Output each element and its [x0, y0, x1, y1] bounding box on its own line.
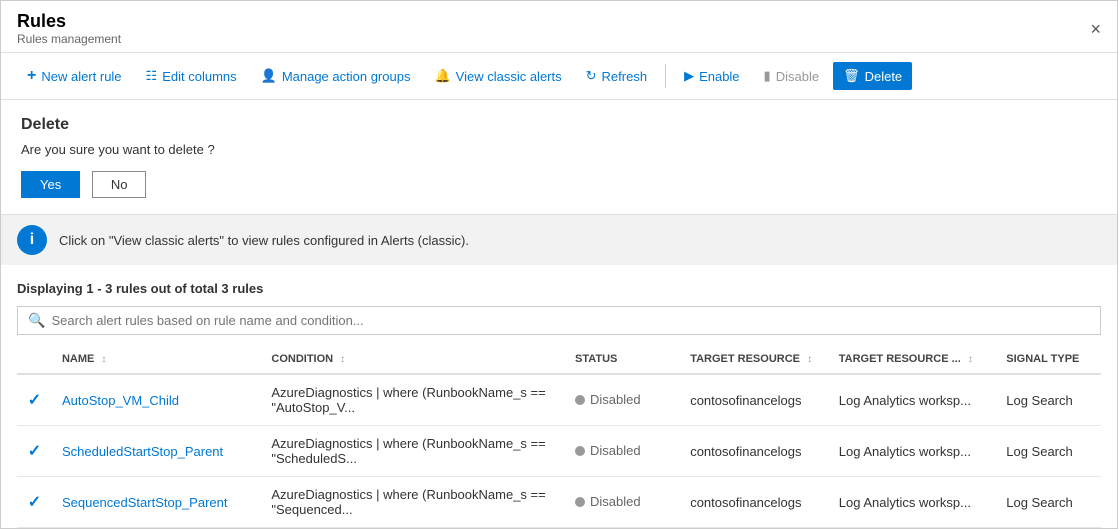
status-text-0: Disabled	[590, 392, 641, 407]
row-status-0: Disabled	[565, 374, 680, 426]
col-header-signal-type: SIGNAL TYPE	[996, 345, 1101, 374]
row-name-0: AutoStop_VM_Child	[52, 374, 261, 426]
enable-button[interactable]: ▶ Enable	[674, 62, 749, 90]
table-body: ✓ AutoStop_VM_Child AzureDiagnostics | w…	[17, 374, 1101, 528]
col-header-name: NAME ↕	[52, 345, 261, 374]
rule-link-2[interactable]: SequencedStartStop_Parent	[62, 495, 228, 510]
close-button[interactable]: ×	[1090, 20, 1101, 38]
rule-link-1[interactable]: ScheduledStartStop_Parent	[62, 444, 223, 459]
row-signal-0: Log Search	[996, 374, 1101, 426]
sort-icon-target[interactable]: ↕	[807, 354, 812, 365]
delete-confirmation-section: Delete Are you sure you want to delete ?…	[1, 100, 1117, 215]
row-target-0: contosofinancelogs	[680, 374, 829, 426]
play-icon: ▶	[684, 68, 694, 84]
new-alert-rule-button[interactable]: + New alert rule	[17, 61, 132, 91]
row-target-1: contosofinancelogs	[680, 426, 829, 477]
sort-icon-target-type[interactable]: ↕	[968, 354, 973, 365]
search-bar: 🔍	[17, 306, 1101, 335]
row-name-2: SequencedStartStop_Parent	[52, 477, 261, 528]
row-condition-0: AzureDiagnostics | where (RunbookName_s …	[261, 374, 565, 426]
sort-icon-name[interactable]: ↕	[101, 354, 106, 365]
row-signal-1: Log Search	[996, 426, 1101, 477]
status-dot-1	[575, 446, 585, 456]
info-text: Click on "View classic alerts" to view r…	[59, 233, 469, 248]
status-text-1: Disabled	[590, 443, 641, 458]
col-header-condition: CONDITION ↕	[261, 345, 565, 374]
toolbar: + New alert rule ☷ Edit columns 👤 Manage…	[1, 53, 1117, 100]
col-header-check	[17, 345, 52, 374]
plus-icon: +	[27, 67, 36, 85]
col-header-target-resource-type: TARGET RESOURCE ... ↕	[829, 345, 997, 374]
refresh-button[interactable]: ↻ Refresh	[576, 62, 657, 90]
delete-heading: Delete	[21, 116, 1097, 134]
display-count: Displaying 1 - 3 rules out of total 3 ru…	[17, 281, 1101, 296]
page-subtitle: Rules management	[17, 32, 121, 46]
toolbar-divider	[665, 64, 666, 88]
rule-link-0[interactable]: AutoStop_VM_Child	[62, 393, 179, 408]
table-row: ✓ ScheduledStartStop_Parent AzureDiagnos…	[17, 426, 1101, 477]
status-dot-2	[575, 497, 585, 507]
row-status-1: Disabled	[565, 426, 680, 477]
row-target-type-1: Log Analytics worksp...	[829, 426, 997, 477]
row-name-1: ScheduledStartStop_Parent	[52, 426, 261, 477]
delete-message: Are you sure you want to delete ?	[21, 142, 1097, 157]
row-condition-2: AzureDiagnostics | where (RunbookName_s …	[261, 477, 565, 528]
rules-window: Rules Rules management × + New alert rul…	[0, 0, 1118, 529]
sort-icon-condition[interactable]: ↕	[340, 354, 345, 365]
view-classic-alerts-button[interactable]: 🔔 View classic alerts	[424, 62, 571, 90]
status-dot-0	[575, 395, 585, 405]
info-icon: i	[17, 225, 47, 255]
row-checkbox-0[interactable]: ✓	[17, 374, 52, 426]
main-content: Displaying 1 - 3 rules out of total 3 ru…	[1, 265, 1117, 528]
edit-columns-icon: ☷	[146, 68, 158, 84]
search-icon: 🔍	[28, 312, 45, 329]
table-row: ✓ SequencedStartStop_Parent AzureDiagnos…	[17, 477, 1101, 528]
row-checkbox-1[interactable]: ✓	[17, 426, 52, 477]
row-target-type-0: Log Analytics worksp...	[829, 374, 997, 426]
manage-icon: 👤	[261, 68, 277, 84]
manage-action-groups-button[interactable]: 👤 Manage action groups	[251, 62, 421, 90]
stop-icon: ▮	[764, 68, 771, 84]
col-header-status: STATUS	[565, 345, 680, 374]
refresh-icon: ↻	[586, 68, 597, 84]
search-input[interactable]	[51, 313, 1090, 328]
edit-columns-button[interactable]: ☷ Edit columns	[136, 62, 247, 90]
no-button[interactable]: No	[92, 171, 147, 198]
row-checkbox-2[interactable]: ✓	[17, 477, 52, 528]
col-header-target-resource: TARGET RESOURCE ↕	[680, 345, 829, 374]
disable-button[interactable]: ▮ Disable	[754, 62, 830, 90]
status-text-2: Disabled	[590, 494, 641, 509]
title-bar-left: Rules Rules management	[17, 11, 121, 46]
title-bar: Rules Rules management ×	[1, 1, 1117, 53]
bell-icon: 🔔	[434, 68, 450, 84]
table-header: NAME ↕ CONDITION ↕ STATUS TARGET RESOURC…	[17, 345, 1101, 374]
trash-icon: 🗑	[843, 68, 860, 84]
page-title: Rules	[17, 11, 121, 32]
delete-button[interactable]: 🗑 Delete	[833, 62, 912, 90]
row-condition-1: AzureDiagnostics | where (RunbookName_s …	[261, 426, 565, 477]
row-signal-2: Log Search	[996, 477, 1101, 528]
row-status-2: Disabled	[565, 477, 680, 528]
yes-button[interactable]: Yes	[21, 171, 80, 198]
table-row: ✓ AutoStop_VM_Child AzureDiagnostics | w…	[17, 374, 1101, 426]
info-banner: i Click on "View classic alerts" to view…	[1, 215, 1117, 265]
row-target-2: contosofinancelogs	[680, 477, 829, 528]
row-target-type-2: Log Analytics worksp...	[829, 477, 997, 528]
